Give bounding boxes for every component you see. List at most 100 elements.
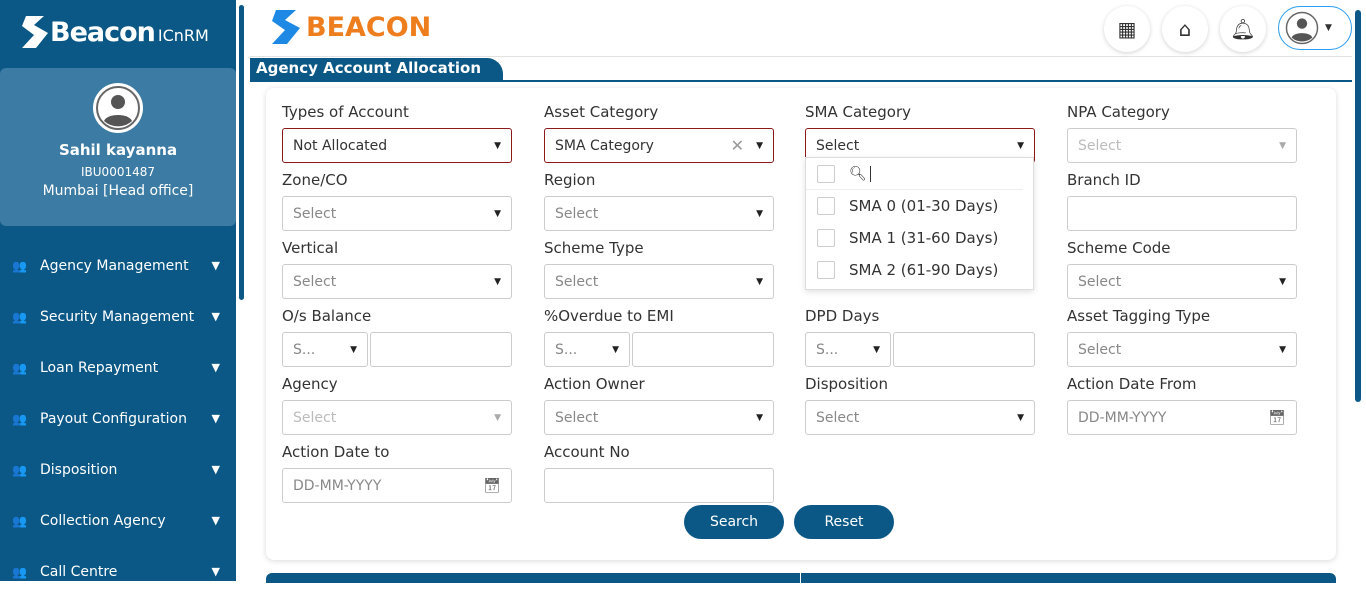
caret-down-icon: ▼ — [1279, 344, 1286, 355]
user-menu-button[interactable]: ▼ — [1278, 6, 1352, 50]
overdue-emi-input[interactable] — [632, 332, 774, 367]
user-id: IBU0001487 — [81, 165, 155, 179]
field-label: Account No — [544, 443, 630, 461]
action-date-from-field: Action Date From DD-MM-YYYY 📅︎ — [1067, 375, 1297, 435]
sidebar-item-disposition[interactable]: 👥 Disposition ▼ — [0, 444, 236, 495]
input-placeholder: DD-MM-YYYY — [1078, 409, 1167, 426]
os-balance-input[interactable] — [370, 332, 512, 367]
bell-icon: 🔔︎ — [1230, 17, 1256, 41]
dropdown-option[interactable]: SMA 2 (61-90 Days) — [806, 254, 1033, 286]
sidebar-item-payout-configuration[interactable]: 👥 Payout Configuration ▼ — [0, 393, 236, 444]
disposition-select[interactable]: Select ▼ — [805, 400, 1035, 435]
sidebar-item-label: Security Management — [40, 308, 195, 325]
npa-category-select[interactable]: Select ▼ — [1067, 128, 1297, 163]
zone-field: Zone/CO Select ▼ — [282, 171, 512, 231]
logo-subtext: ICnRM — [157, 26, 209, 45]
branch-id-input[interactable] — [1067, 196, 1297, 231]
dashboard-button[interactable]: ▦ — [1104, 6, 1150, 52]
dropdown-search-input[interactable] — [869, 165, 871, 182]
sidebar-nav: 👥 Agency Management ▼ 👥 Security Management… — [0, 240, 236, 597]
clear-icon[interactable]: ✕ — [731, 136, 744, 155]
region-select[interactable]: Select ▼ — [544, 196, 774, 231]
dpd-days-field: DPD Days S... ▼ — [805, 307, 1035, 367]
region-field: Region Select ▼ — [544, 171, 774, 231]
header-divider — [250, 56, 1352, 57]
brand-text: BEACON — [306, 11, 432, 43]
search-button[interactable]: Search — [684, 505, 784, 539]
sidebar-item-call-centre[interactable]: 👥 Call Centre ▼ — [0, 546, 236, 597]
agency-field: Agency Select ▼ — [282, 375, 512, 435]
select-all-checkbox[interactable] — [817, 164, 835, 183]
caret-down-icon: ▼ — [756, 412, 763, 423]
action-date-to-input[interactable]: DD-MM-YYYY 📅︎ — [282, 468, 512, 503]
scheme-type-select[interactable]: Select ▼ — [544, 264, 774, 299]
field-label: Vertical — [282, 239, 339, 257]
caret-down-icon: ▼ — [756, 208, 763, 219]
field-label: %Overdue to EMI — [544, 307, 674, 325]
action-owner-field: Action Owner Select ▼ — [544, 375, 774, 435]
reset-button[interactable]: Reset — [794, 505, 894, 539]
notifications-button[interactable]: 🔔︎ — [1220, 6, 1266, 52]
users-icon: 👥 — [12, 360, 27, 375]
os-balance-field: O/s Balance S... ▼ — [282, 307, 512, 367]
field-label: SMA Category — [805, 103, 912, 121]
select-value: Select — [293, 205, 337, 222]
sidebar-scrollbar[interactable] — [239, 5, 244, 300]
vertical-select[interactable]: Select ▼ — [282, 264, 512, 299]
option-checkbox[interactable] — [817, 261, 835, 279]
caret-down-icon: ▼ — [873, 344, 880, 355]
caret-down-icon: ▼ — [1017, 412, 1024, 423]
asset-category-select[interactable]: SMA Category ✕ ▼ — [544, 128, 774, 163]
os-balance-operator-select[interactable]: S... ▼ — [282, 332, 368, 367]
caret-down-icon: ▼ — [494, 412, 501, 423]
field-label: Disposition — [805, 375, 888, 393]
field-label: DPD Days — [805, 307, 880, 325]
dpd-days-input[interactable] — [893, 332, 1035, 367]
field-label: Action Owner — [544, 375, 645, 393]
input-placeholder: DD-MM-YYYY — [293, 477, 382, 494]
action-date-from-input[interactable]: DD-MM-YYYY 📅︎ — [1067, 400, 1297, 435]
option-checkbox[interactable] — [817, 229, 835, 247]
sidebar: Beacon ICnRM Sahil kayanna IBU0001487 Mu… — [0, 0, 236, 581]
caret-down-icon: ▼ — [612, 344, 619, 355]
overdue-emi-operator-select[interactable]: S... ▼ — [544, 332, 630, 367]
users-icon: 👥 — [12, 513, 27, 528]
field-label: Action Date to — [282, 443, 390, 461]
action-owner-select[interactable]: Select ▼ — [544, 400, 774, 435]
beacon-logo-icon — [22, 16, 48, 48]
asset-category-field: Asset Category SMA Category ✕ ▼ — [544, 103, 774, 163]
field-label: Scheme Code — [1067, 239, 1171, 257]
field-label: Branch ID — [1067, 171, 1141, 189]
sidebar-item-loan-repayment[interactable]: 👥 Loan Repayment ▼ — [0, 342, 236, 393]
field-label: Region — [544, 171, 596, 189]
caret-down-icon: ▼ — [494, 276, 501, 287]
select-value: Not Allocated — [293, 137, 388, 154]
sidebar-item-security-management[interactable]: 👥 Security Management ▼ — [0, 291, 236, 342]
agency-select[interactable]: Select ▼ — [282, 400, 512, 435]
calendar-icon[interactable]: 📅︎ — [1268, 410, 1286, 426]
option-checkbox[interactable] — [817, 197, 835, 215]
home-button[interactable]: ⌂ — [1162, 6, 1208, 52]
asset-tagging-select[interactable]: Select ▼ — [1067, 332, 1297, 367]
page-scrollbar[interactable] — [1355, 10, 1361, 402]
dropdown-option[interactable]: SMA 0 (01-30 Days) — [806, 190, 1033, 222]
account-no-input[interactable] — [544, 468, 774, 503]
users-icon: 👥 — [12, 564, 27, 579]
account-no-field: Account No — [544, 443, 774, 503]
calendar-icon[interactable]: 📅︎ — [483, 478, 501, 494]
zone-select[interactable]: Select ▼ — [282, 196, 512, 231]
users-icon: 👥 — [12, 309, 27, 324]
scheme-code-select[interactable]: Select ▼ — [1067, 264, 1297, 299]
select-value: S... — [555, 341, 578, 358]
field-label: Agency — [282, 375, 338, 393]
select-value: SMA Category — [555, 137, 654, 154]
sidebar-item-collection-agency[interactable]: 👥 Collection Agency ▼ — [0, 495, 236, 546]
field-label: Scheme Type — [544, 239, 644, 257]
dpd-days-operator-select[interactable]: S... ▼ — [805, 332, 891, 367]
select-value: Select — [816, 137, 860, 154]
types-of-account-select[interactable]: Not Allocated ▼ — [282, 128, 512, 163]
sidebar-item-agency-management[interactable]: 👥 Agency Management ▼ — [0, 240, 236, 291]
dropdown-option[interactable]: SMA 1 (31-60 Days) — [806, 222, 1033, 254]
caret-down-icon: ▼ — [1325, 23, 1332, 33]
sidebar-item-label: Payout Configuration — [40, 410, 187, 427]
